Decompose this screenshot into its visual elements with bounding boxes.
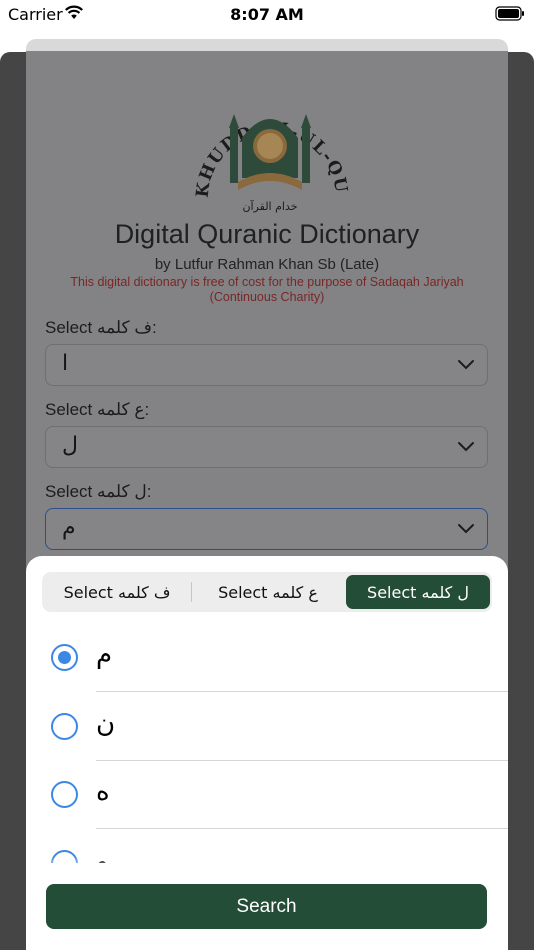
chevron-down-icon — [458, 360, 474, 370]
field-label-lam: Select ل کلمه: — [45, 482, 152, 501]
segment-fa[interactable]: Select ف کلمه — [45, 575, 189, 609]
option-label: ه — [96, 777, 110, 807]
option-row[interactable]: ه — [26, 761, 508, 829]
battery-icon — [495, 6, 524, 21]
chevron-down-icon — [458, 524, 474, 534]
segment-ain[interactable]: Select ع کلمه — [193, 575, 343, 609]
radio-selected-dot — [58, 651, 71, 664]
radio-icon[interactable] — [51, 713, 78, 740]
search-button[interactable]: Search — [46, 884, 487, 929]
app-author: by Lutfur Rahman Khan Sb (Late) — [154, 256, 380, 273]
radio-icon[interactable] — [51, 644, 78, 671]
status-bar: Carrier 8:07 AM — [0, 0, 534, 30]
option-label: ن — [96, 709, 116, 739]
svg-text:خدام القرآن: خدام القرآن — [242, 199, 297, 213]
chevron-down-icon — [458, 442, 474, 452]
field-label-ain: Select ع کلمه: — [45, 400, 150, 419]
option-label: م — [96, 640, 113, 670]
select-lam-kalima[interactable]: م — [45, 508, 488, 550]
select-fa-kalima[interactable]: ا — [45, 344, 488, 386]
option-row[interactable]: ن — [26, 693, 508, 761]
segment-divider — [191, 582, 192, 602]
picker-sheet: Select ف کلمه Select ع کلمه Select ل کلم… — [26, 556, 508, 950]
divider — [96, 828, 508, 829]
radio-icon[interactable] — [51, 781, 78, 808]
segmented-control: Select ف کلمه Select ع کلمه Select ل کلم… — [42, 572, 492, 612]
field-label-fa: Select ف کلمه: — [45, 318, 157, 337]
select-value: ل — [62, 433, 78, 458]
select-value: ا — [62, 351, 69, 376]
option-row[interactable]: م — [26, 624, 508, 692]
khuddam-logo: KHUDDAM-UL-QURAN UK خدام القرآن — [190, 78, 350, 213]
clock: 8:07 AM — [230, 5, 304, 24]
divider — [96, 691, 508, 692]
app-title: Digital Quranic Dictionary — [114, 219, 420, 249]
select-ain-kalima[interactable]: ل — [45, 426, 488, 468]
select-value: م — [62, 515, 76, 540]
charity-notice: This digital dictionary is free of cost … — [70, 275, 464, 304]
segment-lam[interactable]: Select ل کلمه — [346, 575, 490, 609]
